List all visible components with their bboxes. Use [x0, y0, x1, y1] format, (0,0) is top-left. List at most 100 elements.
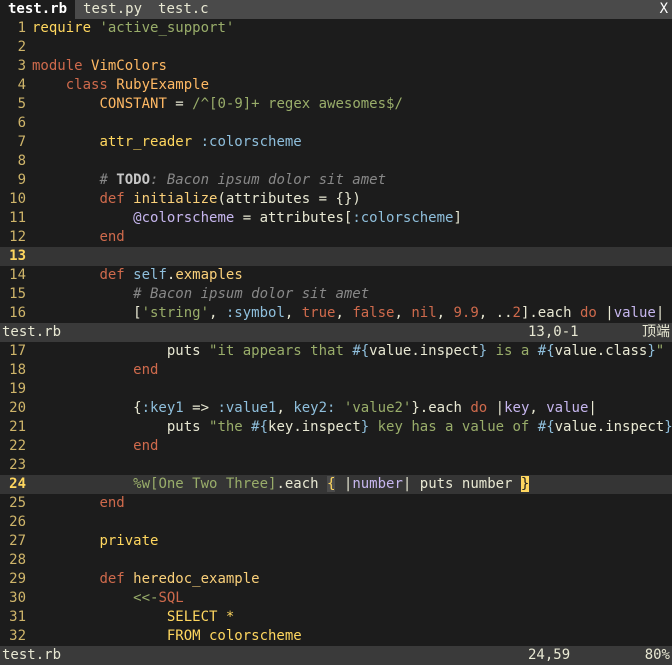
code-line[interactable]: 6 — [0, 114, 672, 133]
line-number: 30 — [9, 590, 26, 606]
code-text[interactable]: private — [32, 532, 672, 551]
code-token: , — [276, 400, 294, 416]
code-token: true — [301, 305, 336, 321]
code-token: #{ — [352, 343, 370, 359]
code-line[interactable]: 20 {:key1 => :value1, key2: 'value2'}.ea… — [0, 399, 672, 418]
line-number: 27 — [9, 533, 26, 549]
code-text[interactable]: puts "it appears that #{value.inspect} i… — [32, 342, 672, 361]
code-line[interactable]: 23 — [0, 456, 672, 475]
code-text[interactable]: # TODO: Bacon ipsum dolor sit amet — [32, 171, 672, 190]
code-line[interactable]: 8 — [0, 152, 672, 171]
code-line[interactable]: 7 attr_reader :colorscheme — [0, 133, 672, 152]
close-tab-button[interactable]: X — [660, 0, 668, 19]
code-line[interactable]: 19 — [0, 380, 672, 399]
code-text[interactable]: # Bacon ipsum dolor sit amet — [32, 285, 672, 304]
code-token: } — [478, 343, 488, 359]
code-line[interactable]: 30 <<-SQL — [0, 589, 672, 608]
code-line[interactable]: 17 puts "it appears that #{value.inspect… — [0, 342, 672, 361]
code-text[interactable]: %w[One Two Three].each { |number| puts n… — [32, 475, 672, 494]
status-cursor-position: 13,0-1 — [528, 324, 579, 340]
code-text[interactable] — [32, 551, 672, 570]
code-text[interactable] — [32, 152, 672, 171]
code-text[interactable]: end — [32, 228, 672, 247]
code-text[interactable]: puts "the #{key.inspect} key has a value… — [32, 418, 672, 437]
code-line[interactable]: 18 end — [0, 361, 672, 380]
line-number: 23 — [9, 457, 26, 473]
code-text[interactable] — [32, 114, 672, 133]
code-text[interactable] — [32, 38, 672, 57]
line-number: 10 — [9, 191, 26, 207]
code-text[interactable]: {:key1 => :value1, key2: 'value2'}.each … — [32, 399, 672, 418]
code-text[interactable]: def self.exmaples — [32, 266, 672, 285]
cursor-line[interactable]: 13 — [0, 247, 672, 266]
line-number: 18 — [9, 362, 26, 378]
code-line[interactable]: 15 # Bacon ipsum dolor sit amet — [0, 285, 672, 304]
code-line[interactable]: 12 end — [0, 228, 672, 247]
line-number: 5 — [17, 96, 26, 112]
code-text[interactable]: attr_reader :colorscheme — [32, 133, 672, 152]
code-text[interactable]: <<-SQL — [32, 589, 672, 608]
code-token: , — [436, 305, 454, 321]
code-text[interactable]: def initialize(attributes = {}) — [32, 190, 672, 209]
code-text[interactable]: def heredoc_example — [32, 570, 672, 589]
code-token: @colorscheme — [133, 210, 235, 226]
code-line[interactable]: 1 require 'active_support' — [0, 19, 672, 38]
code-text[interactable] — [32, 380, 672, 399]
editor-pane-top[interactable]: 1 require 'active_support' 2 3 module VimCol… — [0, 19, 672, 323]
code-text[interactable] — [32, 513, 672, 532]
code-line[interactable]: 3 module VimColors — [0, 57, 672, 76]
code-text[interactable]: @colorscheme = attributes[:colorscheme] — [32, 209, 672, 228]
code-text[interactable] — [32, 247, 672, 266]
code-text[interactable]: ['string', :symbol, true, false, nil, 9.… — [32, 304, 672, 323]
code-line[interactable]: 11 @colorscheme = attributes[:colorschem… — [0, 209, 672, 228]
status-filename: test.rb — [2, 647, 62, 663]
status-line-top: test.rb 13,0-1 顶端 — [0, 323, 672, 342]
code-line[interactable]: 21 puts "the #{key.inspect} key has a va… — [0, 418, 672, 437]
code-line[interactable]: 25 end — [0, 494, 672, 513]
code-line[interactable]: 28 — [0, 551, 672, 570]
line-number: 15 — [9, 286, 26, 302]
code-token: private — [99, 533, 159, 549]
code-text[interactable]: SELECT * — [32, 608, 672, 627]
line-number: 1 — [17, 20, 26, 36]
code-text[interactable]: module VimColors — [32, 57, 672, 76]
cursor-line[interactable]: 24 %w[One Two Three].each { |number| put… — [0, 475, 672, 494]
code-line[interactable]: 32 FROM colorscheme — [0, 627, 672, 646]
tab-test-py[interactable]: test.py — [75, 0, 151, 19]
code-line[interactable]: 5 CONSTANT = /^[0-9]+ regex awesomes$/ — [0, 95, 672, 114]
code-line[interactable]: 16 ['string', :symbol, true, false, nil,… — [0, 304, 672, 323]
code-line[interactable]: 4 class RubyExample — [0, 76, 672, 95]
line-number: 11 — [9, 210, 26, 226]
code-text[interactable]: CONSTANT = /^[0-9]+ regex awesomes$/ — [32, 95, 672, 114]
tab-test-c[interactable]: test.c — [150, 0, 217, 19]
code-token: SQL — [158, 590, 184, 606]
code-text[interactable]: FROM colorscheme — [32, 627, 672, 646]
code-line[interactable]: 29 def heredoc_example — [0, 570, 672, 589]
code-token: FROM colorscheme — [166, 628, 302, 644]
code-text[interactable]: class RubyExample — [32, 76, 672, 95]
line-number: 6 — [17, 115, 26, 131]
code-text[interactable]: end — [32, 361, 672, 380]
code-line[interactable]: 27 private — [0, 532, 672, 551]
code-line[interactable]: 9 # TODO: Bacon ipsum dolor sit amet — [0, 171, 672, 190]
code-token: } — [664, 419, 672, 435]
line-number: 20 — [9, 400, 26, 416]
code-token: module — [32, 58, 92, 74]
code-text[interactable]: end — [32, 437, 672, 456]
code-line[interactable]: 31 SELECT * — [0, 608, 672, 627]
code-token: end — [99, 495, 125, 511]
code-line[interactable]: 26 — [0, 513, 672, 532]
editor-pane-bottom[interactable]: 17 puts "it appears that #{value.inspect… — [0, 342, 672, 646]
code-text[interactable]: end — [32, 494, 672, 513]
code-line[interactable]: 14 def self.exmaples — [0, 266, 672, 285]
code-text[interactable] — [32, 456, 672, 475]
code-token: [ — [32, 305, 142, 321]
line-number: 13 — [9, 248, 26, 264]
code-line[interactable]: 2 — [0, 38, 672, 57]
code-line[interactable]: 22 end — [0, 437, 672, 456]
tab-test-rb[interactable]: test.rb — [0, 0, 76, 19]
code-line[interactable]: 10 def initialize(attributes = {}) — [0, 190, 672, 209]
code-text[interactable]: require 'active_support' — [32, 19, 672, 38]
